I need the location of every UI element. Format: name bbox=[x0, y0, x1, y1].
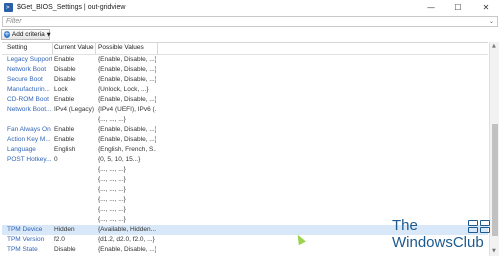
cell-current-value: IPv4 (Legacy) bbox=[54, 106, 94, 113]
cell-possible-values: {..., ..., ...} bbox=[98, 216, 126, 223]
filter-placeholder: Filter bbox=[6, 18, 22, 25]
windows-club-icon bbox=[468, 220, 492, 234]
cell-setting: Action Key M... bbox=[7, 136, 51, 143]
cell-possible-values: {..., ..., ...} bbox=[98, 176, 126, 183]
cell-current-value: Disable bbox=[54, 76, 76, 83]
cell-possible-values: {..., ..., ...} bbox=[98, 166, 126, 173]
cell-possible-values: {Enable, Disable, ...} bbox=[98, 246, 156, 253]
cell-current-value: Enable bbox=[54, 56, 75, 63]
cell-possible-values: {..., ..., ...} bbox=[98, 186, 126, 193]
cell-setting: Legacy Support bbox=[7, 56, 52, 63]
cell-current-value: English bbox=[54, 146, 76, 153]
column-header-current-value[interactable]: Current Value bbox=[54, 44, 94, 52]
column-header-setting[interactable]: Setting bbox=[7, 44, 27, 52]
criteria-bar: + Add criteria ▼ bbox=[0, 29, 500, 40]
table-row[interactable]: {..., ..., ...} bbox=[2, 175, 488, 185]
cell-possible-values: {Enable, Disable, ...} bbox=[98, 66, 156, 73]
table-row[interactable]: Action Key M... Enable {Enable, Disable, .… bbox=[2, 135, 488, 145]
cell-current-value: Enable bbox=[54, 136, 75, 143]
cell-current-value: Disable bbox=[54, 246, 76, 253]
maximize-button[interactable]: ☐ bbox=[448, 1, 468, 14]
table-row[interactable]: Legacy Support Enable {Enable, Disable, ..… bbox=[2, 55, 488, 65]
cell-setting: Network Boot bbox=[7, 66, 47, 73]
cell-setting: Network Boot... bbox=[7, 106, 52, 113]
powershell-icon: > bbox=[4, 3, 13, 12]
table-row[interactable]: {..., ..., ...} bbox=[2, 185, 488, 195]
add-criteria-button[interactable]: + Add criteria ▼ bbox=[1, 29, 51, 40]
column-divider[interactable] bbox=[52, 43, 53, 54]
column-divider[interactable] bbox=[95, 43, 96, 54]
dropdown-arrow-icon: ▼ bbox=[46, 31, 51, 38]
minimize-button[interactable]: — bbox=[421, 1, 441, 14]
add-criteria-label: Add criteria bbox=[11, 31, 45, 38]
grid-header: Setting Current Value Possible Values bbox=[2, 43, 488, 55]
cell-possible-values: {Enable, Disable, ...} bbox=[98, 96, 156, 103]
cell-possible-values: {Enable, Disable, ...} bbox=[98, 136, 156, 143]
table-row[interactable]: Manufacturin... Lock {Unlock, Lock, ...} bbox=[2, 85, 488, 95]
watermark-logo: The WindowsClub bbox=[392, 218, 500, 256]
cell-possible-values: {English, French, S... bbox=[98, 146, 156, 153]
table-row[interactable]: {..., ..., ...} bbox=[2, 165, 488, 175]
close-button[interactable]: ✕ bbox=[476, 1, 496, 14]
cell-possible-values: {Available, Hidden... bbox=[98, 226, 156, 233]
table-row[interactable]: Language English {English, French, S... bbox=[2, 145, 488, 155]
cell-possible-values: {Enable, Disable, ...} bbox=[98, 56, 156, 63]
table-row[interactable]: CD-ROM Boot Enable {Enable, Disable, ...} bbox=[2, 95, 488, 105]
scroll-up-icon[interactable]: ▲ bbox=[492, 43, 496, 49]
table-row[interactable]: POST Hotkey... 0 {0, 5, 10, 15...} bbox=[2, 155, 488, 165]
table-row[interactable]: Secure Boot Disable {Enable, Disable, ...} bbox=[2, 75, 488, 85]
cell-current-value: Disable bbox=[54, 66, 76, 73]
column-header-possible-values[interactable]: Possible Values bbox=[98, 44, 144, 52]
cell-possible-values: {Enable, Disable, ...} bbox=[98, 126, 156, 133]
cell-current-value: Enable bbox=[54, 96, 75, 103]
table-row[interactable]: {..., ..., ...} bbox=[2, 205, 488, 215]
cell-setting: Fan Always On bbox=[7, 126, 51, 133]
cell-setting: CD-ROM Boot bbox=[7, 96, 49, 103]
cell-possible-values: {0, 5, 10, 15...} bbox=[98, 156, 141, 163]
watermark-line2: WindowsClub bbox=[392, 234, 484, 251]
title-bar: > $Get_BIOS_Settings | out-gridview — ☐ … bbox=[0, 0, 500, 15]
cell-setting: Language bbox=[7, 146, 36, 153]
cell-possible-values: {d1.2, d2.0, f2.0, ...} bbox=[98, 236, 155, 243]
cell-current-value: f2.0 bbox=[54, 236, 65, 243]
table-row[interactable]: Fan Always On Enable {Enable, Disable, ...… bbox=[2, 125, 488, 135]
watermark-line1: The bbox=[392, 217, 418, 234]
cell-setting: TPM State bbox=[7, 246, 38, 253]
window-title: $Get_BIOS_Settings | out-gridview bbox=[17, 4, 126, 11]
cell-current-value: Lock bbox=[54, 86, 68, 93]
table-row[interactable]: {..., ..., ...} bbox=[2, 115, 488, 125]
cell-setting: Secure Boot bbox=[7, 76, 43, 83]
cell-setting: Manufacturin... bbox=[7, 86, 50, 93]
cell-setting: TPM Device bbox=[7, 226, 43, 233]
table-row[interactable]: Network Boot... IPv4 (Legacy) {IPv4 (UEFI)… bbox=[2, 105, 488, 115]
cell-possible-values: {IPv4 (UEFI), IPv6 (... bbox=[98, 106, 156, 113]
collapse-icon[interactable]: ⌄ bbox=[489, 18, 494, 25]
column-divider[interactable] bbox=[157, 43, 158, 54]
table-row[interactable]: Network Boot Disable {Enable, Disable, ...… bbox=[2, 65, 488, 75]
cell-possible-values: {Unlock, Lock, ...} bbox=[98, 86, 149, 93]
cell-possible-values: {..., ..., ...} bbox=[98, 196, 126, 203]
cell-possible-values: {..., ..., ...} bbox=[98, 116, 126, 123]
filter-input[interactable]: Filter ⌄ bbox=[2, 16, 498, 27]
add-icon: + bbox=[4, 30, 10, 38]
cell-current-value: 0 bbox=[54, 156, 58, 163]
cell-possible-values: {..., ..., ...} bbox=[98, 206, 126, 213]
table-row[interactable]: {..., ..., ...} bbox=[2, 195, 488, 205]
cell-setting: POST Hotkey... bbox=[7, 156, 52, 163]
cell-possible-values: {Enable, Disable, ...} bbox=[98, 76, 156, 83]
cell-current-value: Enable bbox=[54, 126, 75, 133]
cell-setting: TPM Version bbox=[7, 236, 45, 243]
cell-current-value: Hidden bbox=[54, 226, 75, 233]
